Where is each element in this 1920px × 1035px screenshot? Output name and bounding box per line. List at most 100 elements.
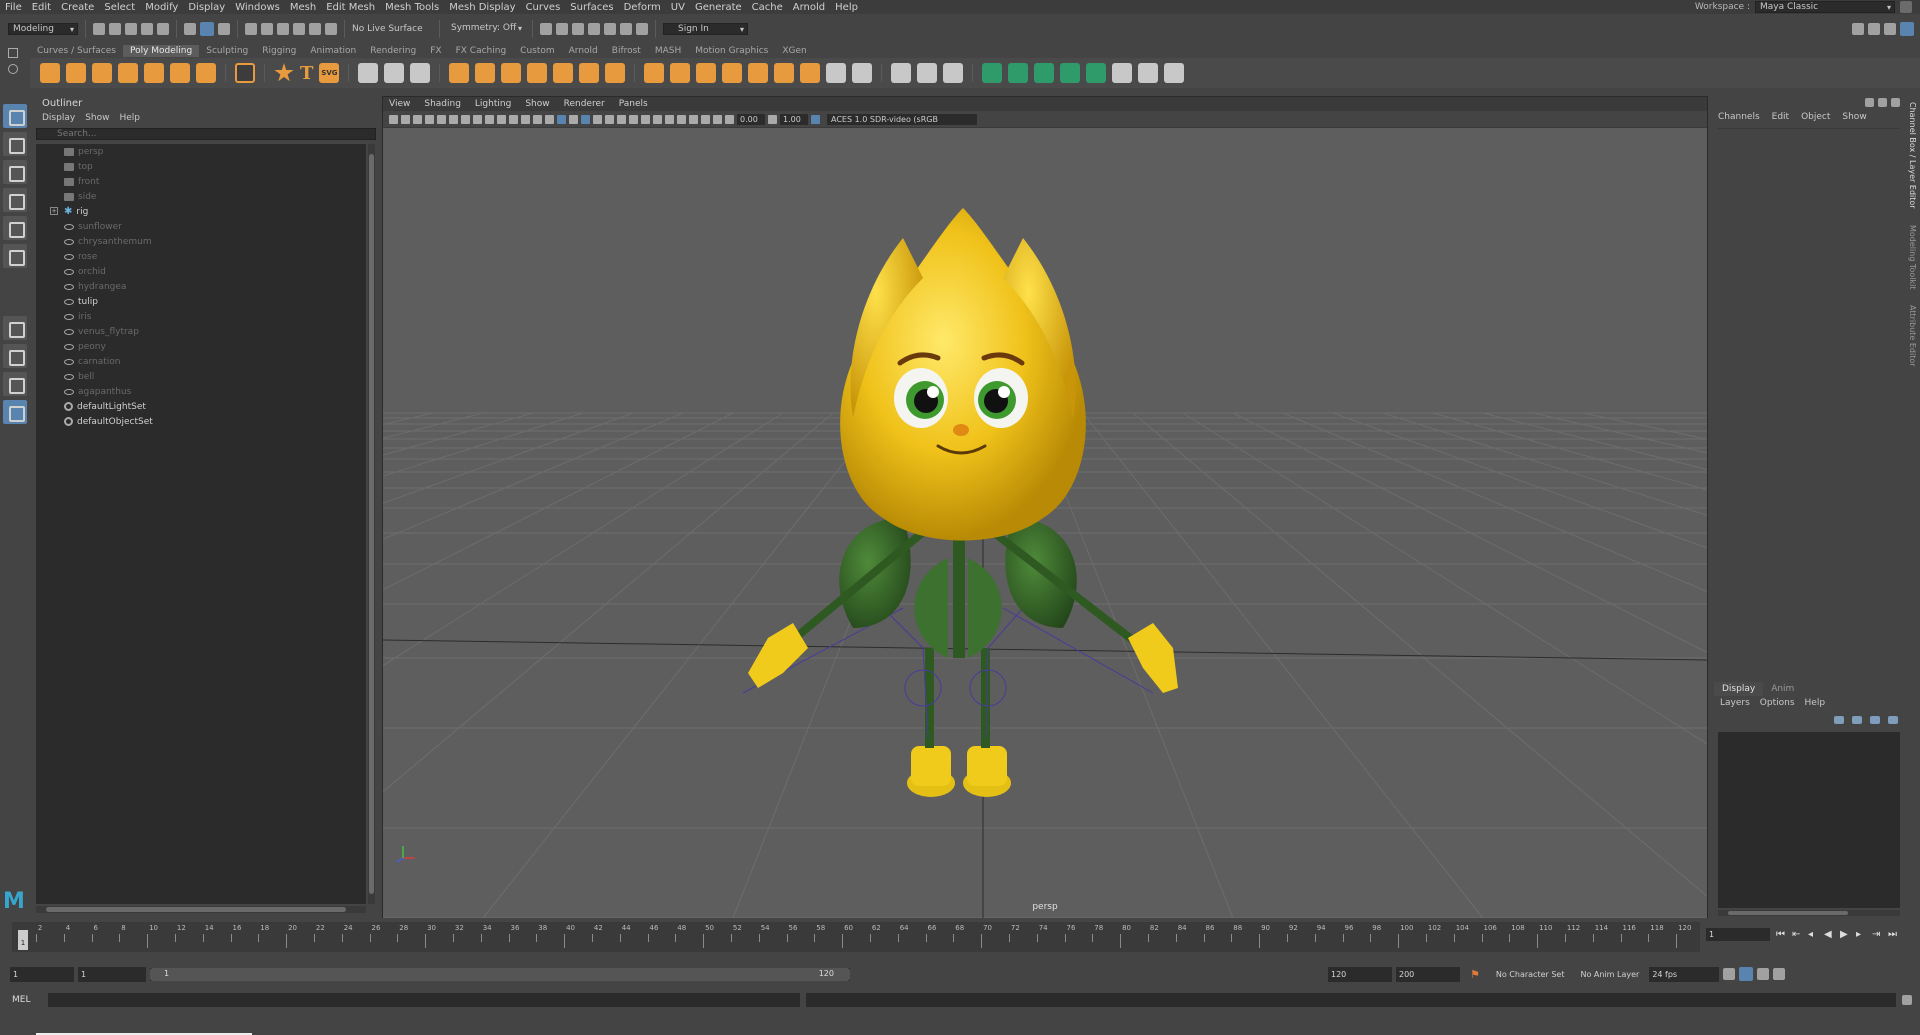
playback-start-field[interactable]: 1 [78, 966, 146, 982]
ipr-render-icon[interactable] [572, 23, 584, 35]
menu-edit-mesh[interactable]: Edit Mesh [321, 2, 380, 13]
shelf-tab-animation[interactable]: Animation [303, 45, 363, 57]
use-all-lights-icon[interactable] [605, 114, 614, 124]
outliner-item[interactable]: defaultLightSet [36, 399, 366, 414]
new-empty-layer-icon[interactable] [1870, 716, 1880, 724]
menu-modify[interactable]: Modify [140, 2, 183, 13]
bevel-icon[interactable] [696, 63, 717, 83]
auto-uv-icon[interactable] [1034, 63, 1055, 83]
menu-mesh-tools[interactable]: Mesh Tools [380, 2, 444, 13]
sign-in-dropdown[interactable]: Sign In [663, 23, 748, 35]
snap-grid-icon[interactable] [245, 23, 257, 35]
view-transform-dropdown[interactable]: ACES 1.0 SDR-video (sRGB [827, 113, 977, 125]
xray-joints-icon[interactable] [713, 114, 722, 124]
move-layer-up-icon[interactable] [1834, 716, 1844, 724]
two-view-layout-icon[interactable] [3, 372, 27, 396]
outliner-item[interactable]: tulip [36, 294, 366, 309]
make-live-icon[interactable] [325, 23, 337, 35]
menu-display[interactable]: Display [183, 2, 230, 13]
channel-box-menu-channels[interactable]: Channels [1718, 112, 1760, 122]
poly-cone-icon[interactable] [118, 63, 138, 83]
outliner-item[interactable]: bell [36, 369, 366, 384]
outliner-menu-display[interactable]: Display [42, 113, 75, 123]
sew-icon[interactable] [1138, 63, 1159, 83]
poly-sphere-icon[interactable] [40, 63, 60, 83]
channel-box-menu-edit[interactable]: Edit [1772, 112, 1789, 122]
step-back-key-icon[interactable]: ⇤ [1792, 929, 1802, 940]
outliner-item[interactable]: iris [36, 309, 366, 324]
grid-icon[interactable] [461, 114, 470, 124]
outliner-item[interactable]: carnation [36, 354, 366, 369]
select-component-icon[interactable] [218, 23, 230, 35]
snap-projected-icon[interactable] [293, 23, 305, 35]
attribute-toggle-icon[interactable] [1868, 23, 1880, 35]
layer-scrollbar[interactable] [1718, 910, 1900, 916]
combine-icon[interactable] [449, 63, 470, 83]
outliner-layout-icon[interactable] [3, 400, 27, 424]
go-to-end-icon[interactable]: ⏭ [1888, 929, 1898, 940]
exposure-field[interactable]: 0.00 [737, 113, 765, 125]
step-forward-frame-icon[interactable]: ▸ [1856, 929, 1866, 940]
outliner-item[interactable]: rose [36, 249, 366, 264]
separate-icon[interactable] [475, 63, 496, 83]
image-plane-icon[interactable] [425, 114, 434, 124]
menu-help[interactable]: Help [830, 2, 863, 13]
film-gate-icon[interactable] [473, 114, 482, 124]
menu-arnold[interactable]: Arnold [788, 2, 830, 13]
shelf-tab-poly-modeling[interactable]: Poly Modeling [122, 45, 200, 57]
shadows-icon[interactable] [617, 114, 626, 124]
resolution-gate-icon[interactable] [485, 114, 494, 124]
wedge-icon[interactable] [748, 63, 769, 83]
layer-list[interactable] [1718, 732, 1900, 908]
shelf-tab-bifrost[interactable]: Bifrost [605, 45, 648, 57]
shelf-settings-icon[interactable] [8, 48, 18, 58]
menu-cache[interactable]: Cache [747, 2, 788, 13]
sculpt-icon[interactable] [358, 63, 379, 83]
grease-pencil-icon[interactable] [449, 114, 458, 124]
gamma-field[interactable]: 1.00 [780, 113, 808, 125]
channel-box-menu-object[interactable]: Object [1801, 112, 1830, 122]
go-to-start-icon[interactable]: ⏮ [1776, 929, 1786, 940]
append-icon[interactable] [722, 63, 743, 83]
side-tab-attribute-editor[interactable]: Attribute Editor [1908, 305, 1917, 367]
new-scene-icon[interactable] [93, 23, 105, 35]
2d-pan-zoom-icon[interactable] [437, 114, 446, 124]
step-forward-key-icon[interactable]: ⇥ [1872, 929, 1882, 940]
type-icon[interactable]: T [300, 63, 313, 84]
outliner-item[interactable]: sunflower [36, 219, 366, 234]
super-shape-icon[interactable] [274, 63, 294, 82]
bookmark-icon[interactable] [413, 114, 422, 124]
chamfer-icon[interactable] [800, 63, 821, 83]
preferences-icon[interactable] [1773, 968, 1786, 980]
menu-select[interactable]: Select [99, 2, 140, 13]
side-tab-modeling-toolkit[interactable]: Modeling Toolkit [1908, 225, 1917, 289]
lock-icon[interactable] [1900, 1, 1912, 13]
screen-space-ao-icon[interactable] [629, 114, 638, 124]
layer-menu-help[interactable]: Help [1805, 698, 1826, 708]
snap-align-icon[interactable] [410, 63, 431, 83]
render-sequence-icon[interactable] [556, 23, 568, 35]
safe-action-icon[interactable] [521, 114, 530, 124]
extrude-icon[interactable] [644, 63, 665, 83]
shelf-tab-rendering[interactable]: Rendering [363, 45, 423, 57]
loop-icon[interactable] [1723, 968, 1736, 980]
field-chart-icon[interactable] [509, 114, 518, 124]
channel-box-options-icon[interactable] [1865, 98, 1874, 107]
viewport-menu-view[interactable]: View [389, 99, 410, 109]
outliner-item[interactable]: defaultObjectSet [36, 414, 366, 429]
four-view-layout-icon[interactable] [3, 344, 27, 368]
bridge-icon[interactable] [670, 63, 691, 83]
current-time-marker[interactable]: 1 [18, 930, 28, 950]
gamma-icon[interactable] [768, 114, 777, 124]
redo-icon[interactable] [157, 23, 169, 35]
pause-icon[interactable] [636, 23, 648, 35]
channel-box-menu-show[interactable]: Show [1842, 112, 1866, 122]
viewport-menu-shading[interactable]: Shading [424, 99, 461, 109]
side-tab-channel-box[interactable]: Channel Box / Layer Editor [1908, 102, 1917, 209]
channel-box-toggle-icon[interactable] [1900, 22, 1914, 36]
arnold-render-icon[interactable] [620, 23, 632, 35]
playback-settings-icon[interactable] [1739, 967, 1754, 981]
fps-dropdown[interactable]: 24 fps [1649, 966, 1720, 982]
anim-layer-dropdown[interactable]: No Anim Layer [1574, 970, 1645, 979]
planar-map-icon[interactable] [1008, 63, 1029, 83]
